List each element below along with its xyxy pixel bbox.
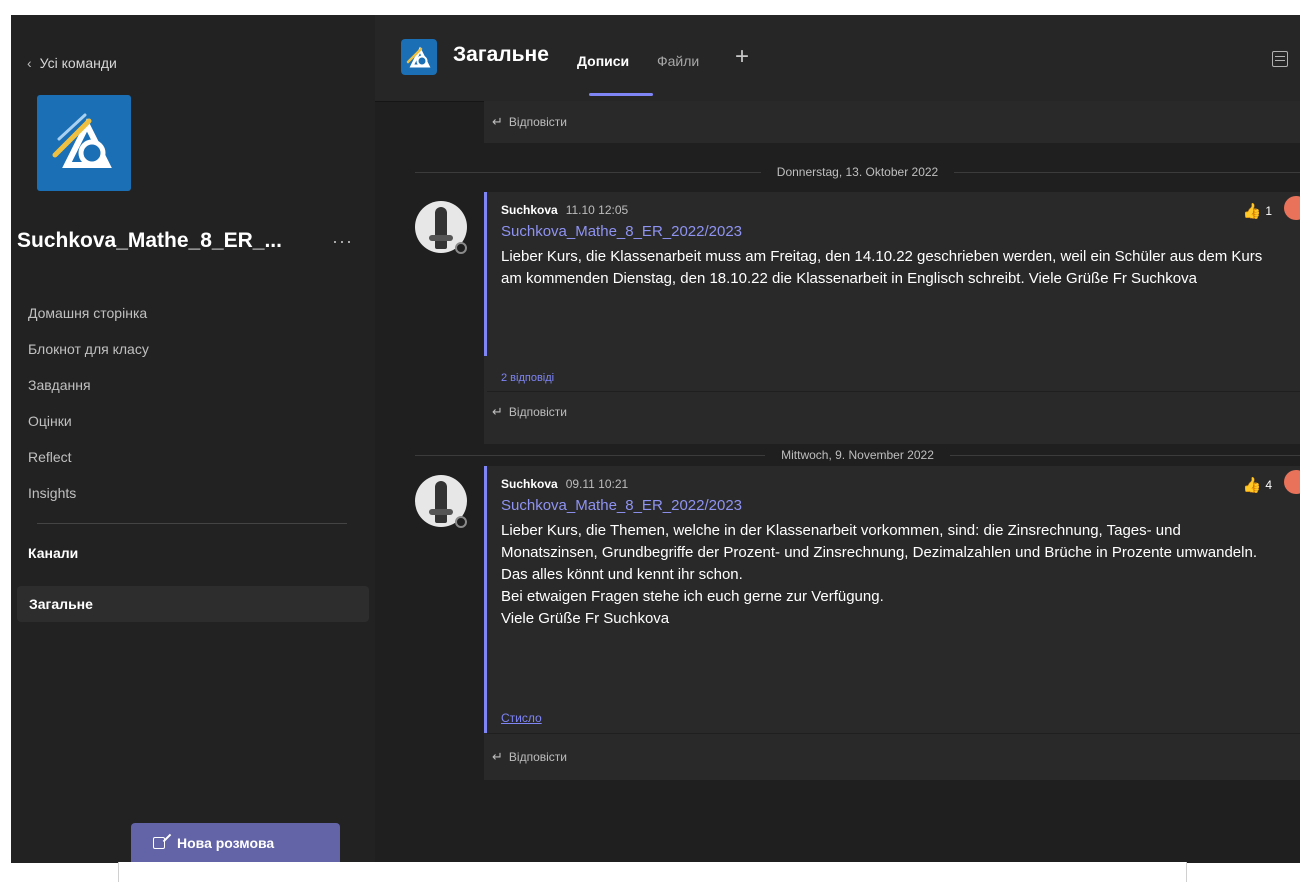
reply-button[interactable]: ↵ Відповісти [492,749,567,765]
thumbs-up-icon: 👍 [1242,477,1262,494]
nav-item-assignments[interactable]: Завдання [28,367,149,403]
reaction-count: 4 [1265,478,1272,492]
reactor-avatar[interactable] [1284,470,1300,494]
channel-title: Загальне [453,43,549,66]
reply-arrow-icon: ↵ [492,114,503,129]
reactor-avatar[interactable] [1284,196,1300,220]
message-subject: Suchkova_Mathe_8_ER_2022/2023 [501,223,743,240]
replies-link[interactable]: 2 відповіді [501,372,554,384]
date-label: Donnerstag, 13. Oktober 2022 [776,165,939,179]
team-name[interactable]: Suchkova_Mathe_8_ER_... [17,229,282,253]
announcement-accent-bar [484,192,487,356]
channel-main: Загальне Дописи Файли + ↵ Відповісти Don… [375,15,1300,863]
channel-item-general[interactable]: Загальне [17,586,369,622]
sidebar: ‹ Усі команди Suchkova_Mathe_8_ER_... ··… [11,15,375,863]
announcement-accent-bar [484,466,487,733]
message-meta: Suchkova 11.10 12:05 [501,203,628,217]
reply-label: Відповісти [508,115,567,129]
author-name[interactable]: Suchkova [501,477,558,491]
chevron-left-icon: ‹ [27,55,32,71]
message-time: 11.10 12:05 [565,203,629,217]
teams-window: ‹ Усі команди Suchkova_Mathe_8_ER_... ··… [11,15,1300,863]
team-avatar [37,95,131,191]
channel-team-icon [401,39,437,75]
nav-item-reflect[interactable]: Reflect [28,439,149,475]
reply-button[interactable]: ↵ Відповісти [492,114,567,130]
thumbs-up-icon: 👍 [1242,203,1262,220]
message-paragraph: Bei etwaigen Fragen stehe ich euch gerne… [501,588,884,605]
previous-message-card: ↵ Відповісти [484,101,1300,143]
reply-label: Відповісти [508,750,567,764]
channels-header: Канали [28,545,79,561]
reaction-count: 1 [1265,204,1272,218]
message-meta: Suchkova 09.11 10:21 [501,477,628,491]
message-subject: Suchkova_Mathe_8_ER_2022/2023 [501,497,743,514]
presence-status-icon [455,516,467,528]
nav-item-home[interactable]: Домашня сторінка [28,295,149,331]
date-divider: Mittwoch, 9. November 2022 [415,445,1300,465]
add-tab-icon[interactable]: + [735,43,749,71]
geometry-tools-icon [52,113,112,168]
message-card: Suchkova 11.10 12:05 👍 1 Suchkova_Mathe_… [484,192,1300,444]
message-paragraph: Lieber Kurs, die Klassenarbeit muss am F… [501,248,1263,287]
collapse-link[interactable]: Стисло [501,711,542,725]
reply-label: Відповісти [508,405,567,419]
message-body: Lieber Kurs, die Themen, welche in der K… [501,520,1266,630]
date-divider: Donnerstag, 13. Oktober 2022 [415,162,1300,182]
meeting-notes-icon[interactable] [1272,51,1288,67]
new-conversation-label: Нова розмова [177,835,275,851]
date-label: Mittwoch, 9. November 2022 [781,448,934,462]
message-card: Suchkova 09.11 10:21 👍 4 Suchkova_Mathe_… [484,466,1300,780]
compose-icon [153,837,165,849]
message-paragraph: Das alles könnt und kennt ihr schon. [501,566,743,583]
message-paragraph: Viele Grüße Fr Suchkova [501,610,670,627]
sidebar-divider [37,523,347,524]
reply-arrow-icon: ↵ [492,749,503,764]
team-name-row: Suchkova_Mathe_8_ER_... ··· [17,229,367,253]
presence-status-icon [455,242,467,254]
all-teams-link[interactable]: ‹ Усі команди [27,55,117,71]
new-conversation-button[interactable]: Нова розмова [131,823,340,863]
message-body: Lieber Kurs, die Klassenarbeit muss am F… [501,246,1266,290]
reply-arrow-icon: ↵ [492,404,503,419]
reaction-summary[interactable]: 👍 4 [1243,476,1272,494]
reply-button[interactable]: ↵ Відповісти [492,404,567,420]
channel-label: Загальне [29,596,93,612]
message-time: 09.11 10:21 [565,477,629,491]
tab-posts[interactable]: Дописи [577,53,629,69]
nav-item-insights[interactable]: Insights [28,475,149,511]
message-paragraph: Lieber Kurs, die Themen, welche in der K… [501,522,1257,561]
author-name[interactable]: Suchkova [501,203,558,217]
more-options-icon[interactable]: ··· [332,231,353,252]
active-tab-indicator [589,93,653,96]
overlay-panel [118,862,1187,882]
all-teams-label: Усі команди [39,55,117,71]
nav-item-grades[interactable]: Оцінки [28,403,149,439]
team-nav: Домашня сторінка Блокнот для класу Завда… [28,295,149,511]
nav-item-class-notebook[interactable]: Блокнот для класу [28,331,149,367]
tab-files[interactable]: Файли [657,53,699,69]
reaction-summary[interactable]: 👍 1 [1243,202,1272,220]
geometry-tools-icon [406,46,431,68]
channel-header: Загальне Дописи Файли + [375,15,1300,102]
